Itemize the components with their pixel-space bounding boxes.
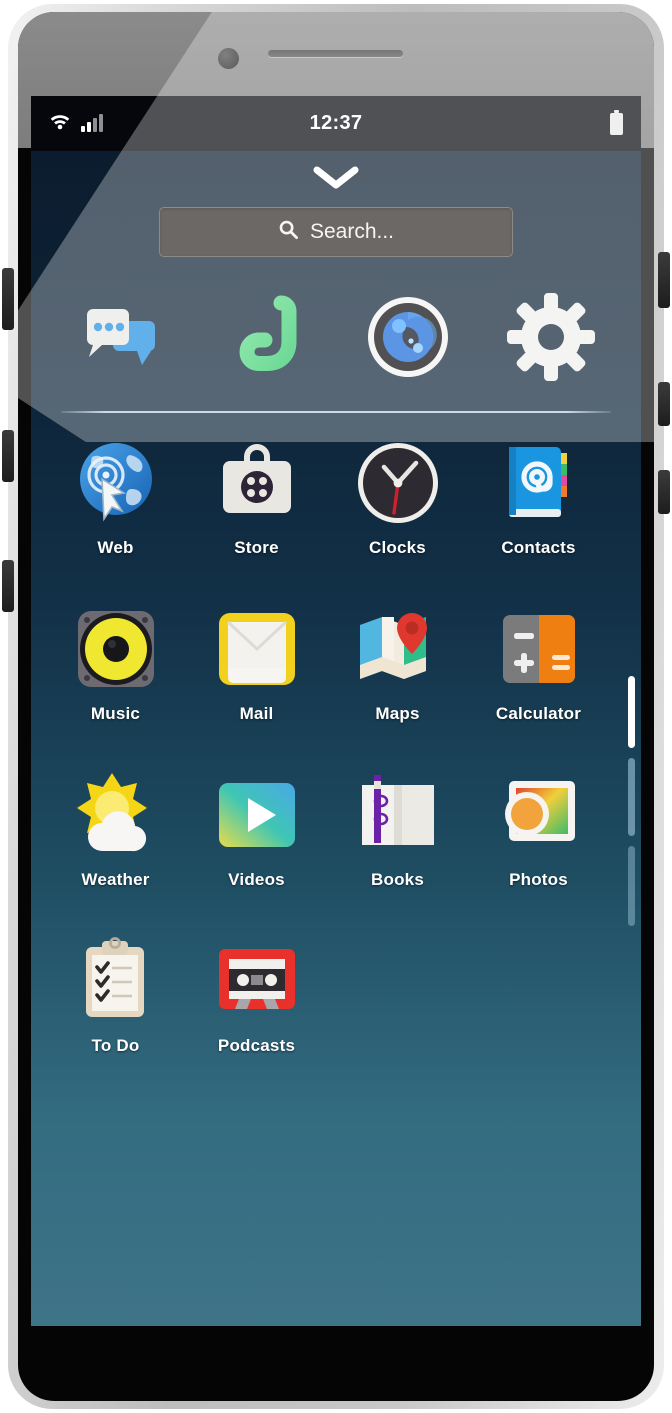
power-button[interactable] [658,252,670,308]
app-label: Photos [509,870,568,889]
page-indicator-scrollbar[interactable] [628,676,635,926]
app-item-to-do[interactable]: To Do [45,927,186,1093]
messages-icon [75,291,167,388]
volume-up-button[interactable] [2,268,14,330]
app-item-web[interactable]: Web [45,429,186,595]
app-grid-row: Web Store Clocks Contacts [45,429,627,595]
side-button-right-second[interactable] [658,382,670,426]
app-label: To Do [91,1036,140,1055]
side-button-right-third[interactable] [658,470,670,514]
videos-play-icon [209,767,305,863]
search-icon [278,219,299,245]
app-label: Podcasts [217,1036,296,1055]
chevron-down-icon [313,165,359,191]
favorite-app-settings[interactable] [503,291,599,387]
camera-icon [362,291,454,388]
app-item-calculator[interactable]: Calculator [468,595,609,761]
music-speaker-icon [68,601,164,697]
search-row: Search... [31,207,641,257]
favorite-app-phone[interactable] [216,291,312,387]
volume-down-button[interactable] [2,430,14,482]
app-item-contacts[interactable]: Contacts [468,429,609,595]
app-item-music[interactable]: Music [45,595,186,761]
pull-down-handle[interactable] [31,151,641,205]
app-label: Clocks [369,538,426,557]
books-open-icon [350,767,446,863]
status-bar: 12:37 [31,96,641,151]
app-item-mail[interactable]: Mail [186,595,327,761]
app-grid-empty-cell [327,927,468,1093]
app-grid-row: Weather Videos Books Photos [45,761,627,927]
app-item-videos[interactable]: Videos [186,761,327,927]
app-label: Music [90,704,141,723]
clock-icon [350,435,446,531]
contacts-book-icon [491,435,587,531]
app-item-weather[interactable]: Weather [45,761,186,927]
side-button-left-third[interactable] [2,560,14,612]
app-label: Weather [81,870,150,889]
app-grid-empty-cell [468,927,609,1093]
app-item-maps[interactable]: Maps [327,595,468,761]
app-label: Contacts [501,538,576,557]
phone-icon [218,291,310,388]
app-item-podcasts[interactable]: Podcasts [186,927,327,1093]
app-item-store[interactable]: Store [186,429,327,595]
search-placeholder: Search... [309,220,395,243]
podcasts-cassette-icon [209,933,305,1029]
maps-pin-icon [350,601,446,697]
favorite-app-messages[interactable] [73,291,169,387]
page-indicator-segment-active[interactable] [628,676,635,748]
app-grid-row: Music Mail Maps Calculator [45,595,627,761]
app-label: Books [371,870,424,889]
store-bag-icon [209,435,305,531]
app-label: Maps [375,704,420,723]
app-item-clocks[interactable]: Clocks [327,429,468,595]
favorites-divider [61,411,611,413]
app-label: Mail [239,704,274,723]
app-grid-row: To Do Podcasts [45,927,627,1093]
favorites-row [31,285,641,393]
app-item-photos[interactable]: Photos [468,761,609,927]
search-input[interactable]: Search... [159,207,513,257]
earpiece-speaker [268,50,403,57]
status-bar-clock: 12:37 [309,112,363,134]
phone-device: 12:37 Search... Web Store Clocks Contact… [0,0,672,1413]
home-screen: Search... Web Store Clocks Contacts Musi… [31,151,641,1326]
app-item-books[interactable]: Books [327,761,468,927]
front-camera-icon [218,48,239,69]
app-label: Videos [228,870,285,889]
battery-icon [610,109,623,135]
settings-gear-icon [505,291,597,388]
mail-envelope-icon [209,601,305,697]
status-bar-right [610,96,623,151]
todo-clipboard-icon [68,933,164,1029]
app-label: Store [234,538,279,557]
weather-sun-cloud-icon [68,767,164,863]
phone-screen: 12:37 Search... Web Store Clocks Contact… [31,96,641,1326]
page-indicator-segment[interactable] [628,846,635,926]
web-browser-icon [68,435,164,531]
app-grid: Web Store Clocks Contacts Music Mail Map… [31,429,641,1093]
calculator-icon [491,601,587,697]
app-label: Calculator [495,704,582,723]
photos-frame-icon [491,767,587,863]
favorite-app-camera[interactable] [360,291,456,387]
app-label: Web [97,538,134,557]
page-indicator-segment[interactable] [628,758,635,836]
